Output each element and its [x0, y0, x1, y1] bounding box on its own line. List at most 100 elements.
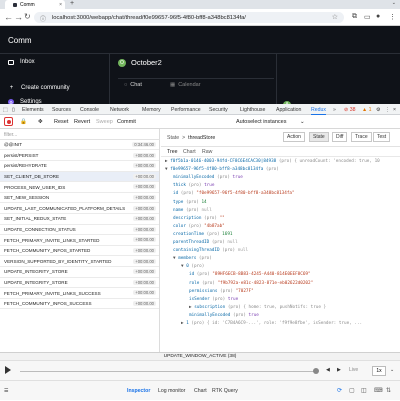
action-name: @@INIT — [4, 142, 23, 148]
commit-button[interactable]: Commit — [117, 119, 136, 125]
profile-icon[interactable]: ● — [376, 13, 380, 20]
tab-raw[interactable]: Raw — [202, 149, 212, 155]
close-tab-icon[interactable]: × — [59, 2, 62, 8]
record-button[interactable] — [4, 117, 13, 126]
tree-node[interactable]: ▼ 0 (pro) — [181, 263, 204, 271]
diff-button[interactable]: Diff — [332, 132, 348, 142]
tab-sources[interactable]: Sources — [52, 107, 71, 113]
keyboard-icon[interactable]: ⌨ — [374, 387, 383, 394]
step-back-icon[interactable]: ◀ — [326, 367, 330, 373]
more-tabs-icon[interactable]: » — [333, 107, 336, 113]
tab-console[interactable]: Console — [80, 107, 99, 113]
tree-node[interactable]: ▶ f0f5b1a-0146-4003-94fd-CF8C6E4CAC30|84… — [165, 158, 380, 166]
test-button[interactable]: Test — [373, 132, 391, 142]
tab-lighthouse[interactable]: Lighthouse — [240, 107, 265, 113]
tab-inspector[interactable]: Inspector — [127, 388, 150, 394]
instance-selector[interactable]: Autoselect instances — [236, 119, 286, 125]
tab-application[interactable]: Application — [276, 107, 301, 113]
reload-icon[interactable]: ↻ — [24, 12, 31, 22]
remote-icon[interactable]: ⇅ — [386, 387, 391, 394]
extensions-icon[interactable]: ⧉ — [352, 13, 357, 21]
back-icon[interactable]: ← — [4, 12, 13, 22]
devtools-menu-icon[interactable]: ⋮ — [385, 107, 390, 113]
forward-icon[interactable]: → — [14, 12, 23, 22]
sidebar-item-create-community[interactable]: + Create community — [8, 84, 70, 91]
pin-icon[interactable]: ✥ — [38, 119, 43, 125]
play-icon[interactable] — [5, 366, 11, 374]
action-list-item[interactable]: VERSION_SUPPORTED_BY_IDENTITY_STARTED +00… — [0, 257, 159, 267]
action-time: +00:00.00 — [133, 163, 156, 169]
tab-memory[interactable]: Memory — [142, 107, 161, 113]
breadcrumb-item[interactable]: threadStore — [188, 135, 215, 141]
redux-toolbar: 🔒 ✥ Reset Revert Sweep Commit Autoselect… — [0, 115, 400, 129]
action-list-item[interactable]: FETCH_COMMUNITY_INFOS_STARTED +00:00.00 — [0, 246, 159, 257]
sync-icon[interactable]: ⟳ — [337, 387, 342, 394]
sidebar-toggle-icon[interactable]: ▭ — [364, 13, 371, 21]
inspect-element-icon[interactable]: ⬚ — [3, 107, 8, 113]
warning-count-badge[interactable]: ▲ 1 — [362, 107, 371, 113]
device-toolbar-icon[interactable]: ▯ — [12, 107, 15, 113]
sweep-button[interactable]: Sweep — [96, 119, 113, 125]
tab-security[interactable]: Security — [209, 107, 228, 113]
action-filter-input[interactable]: filter... — [0, 129, 160, 140]
tab-rtk-query[interactable]: RTK Query — [212, 388, 238, 394]
dock-icon[interactable]: ◫ — [361, 387, 367, 394]
tab-calendar[interactable]: ▦ Calendar — [170, 80, 201, 89]
action-list-item[interactable]: SET_NEW_SESSION +00:00.00 — [0, 193, 159, 204]
browser-tab[interactable]: Comm × — [5, 0, 65, 9]
tab-chart-monitor[interactable]: Chart — [194, 388, 207, 394]
menu-icon[interactable]: ⋮ — [389, 13, 396, 21]
tab-chart[interactable]: Chart — [183, 149, 196, 155]
action-slider-handle[interactable] — [313, 368, 319, 374]
action-list-item[interactable]: SET_CLIENT_DB_STORE +00:00.00 — [0, 171, 159, 183]
action-button[interactable]: Action — [283, 132, 305, 142]
sidebar-item-inbox[interactable]: Inbox — [8, 59, 35, 65]
action-list-item[interactable]: UPDATE_INTEGRITY_STORE +00:00.00 — [0, 267, 159, 278]
action-list-item[interactable]: UPDATE_INTEGRITY_STORE +00:00.00 — [0, 278, 159, 289]
close-devtools-icon[interactable]: × — [393, 107, 396, 113]
tree-node[interactable]: ▶ subscription (pro) { home: true, pushN… — [189, 304, 326, 312]
tab-network[interactable]: Network — [110, 107, 129, 113]
tab-redux[interactable]: Redux — [311, 107, 326, 115]
left-panel-toggle-icon[interactable]: ☰ — [4, 388, 9, 394]
url-field[interactable]: ⓘ localhost:3000/webapp/chat/thread/f0e9… — [34, 12, 344, 23]
trace-button[interactable]: Trace — [351, 132, 372, 142]
action-slider-track[interactable] — [20, 371, 315, 372]
action-list-item[interactable]: @@INIT 0:34:46.00 — [0, 140, 159, 151]
error-count-badge[interactable]: ⊘ 38 — [344, 107, 356, 113]
revert-button[interactable]: Revert — [74, 119, 90, 125]
action-list-item[interactable]: UPDATE_LAST_COMMUNICATED_PLATFORM_DETAIL… — [0, 204, 159, 214]
tree-node: id (pro) "89HF6ECB-8B83-4245-A440-814E0E… — [189, 271, 311, 279]
tree-node[interactable]: ▶ 1 (pro) { id: 'C7B4A6C9-...', role: 'f… — [181, 320, 362, 328]
lock-changes-icon[interactable]: 🔒 — [20, 119, 27, 125]
devtools-settings-icon[interactable]: ⚙ — [376, 107, 381, 113]
thread-header: O October2 — [118, 58, 162, 67]
action-list-item[interactable]: UPDATE_CONNECTION_STATUS +00:00.00 — [0, 225, 159, 236]
site-info-icon[interactable]: ⓘ — [40, 14, 46, 23]
state-button[interactable]: State — [309, 132, 329, 142]
action-list-item[interactable]: PROCESS_NEW_USER_IDS +00:00.00 — [0, 182, 159, 193]
action-list-item[interactable]: persist/REHYDRATE +00:00.00 — [0, 161, 159, 172]
tab-chat[interactable]: ◌ Chat — [124, 80, 142, 89]
action-list-item[interactable]: FETCH_COMMUNITY_INFOS_SUCCESS +00:00.00 — [0, 299, 159, 310]
tree-node[interactable]: ▼ members (pro) — [173, 255, 212, 263]
step-forward-icon[interactable]: ▶ — [337, 367, 341, 373]
new-tab-button[interactable]: + — [70, 0, 74, 7]
tab-performance[interactable]: Performance — [171, 107, 201, 113]
breadcrumb-item[interactable]: State — [167, 135, 179, 141]
window-icon[interactable]: ▢ — [349, 387, 355, 394]
bookmark-star-icon[interactable]: ☆ — [332, 13, 338, 21]
tab-log-monitor[interactable]: Log monitor — [158, 388, 185, 394]
action-list-item[interactable]: persist/PERSIST +00:00.00 — [0, 151, 159, 161]
tab-search-icon[interactable]: ⌄ — [392, 0, 396, 6]
live-button[interactable]: Live — [349, 367, 358, 373]
reset-button[interactable]: Reset — [54, 119, 68, 125]
action-list-item[interactable]: SET_INITIAL_REDUX_STATE +00:00.00 — [0, 214, 159, 225]
slider-player: ◀ ▶ Live 1x ⌄ — [0, 361, 400, 381]
action-list-item[interactable]: FETCH_PRIMARY_INVITE_LINKS_SUCCESS +00:00… — [0, 288, 159, 299]
action-list-item[interactable]: FETCH_PRIMARY_INVITE_LINKS_STARTED +00:00… — [0, 235, 159, 246]
tab-tree[interactable]: Tree — [167, 149, 177, 155]
tree-node[interactable]: ▼ f0e99657-96f5-4f80-bff8-a348bc8134fa (… — [165, 166, 279, 174]
playback-speed-select[interactable]: 1x — [372, 366, 386, 376]
tab-elements[interactable]: Elements — [22, 107, 44, 113]
